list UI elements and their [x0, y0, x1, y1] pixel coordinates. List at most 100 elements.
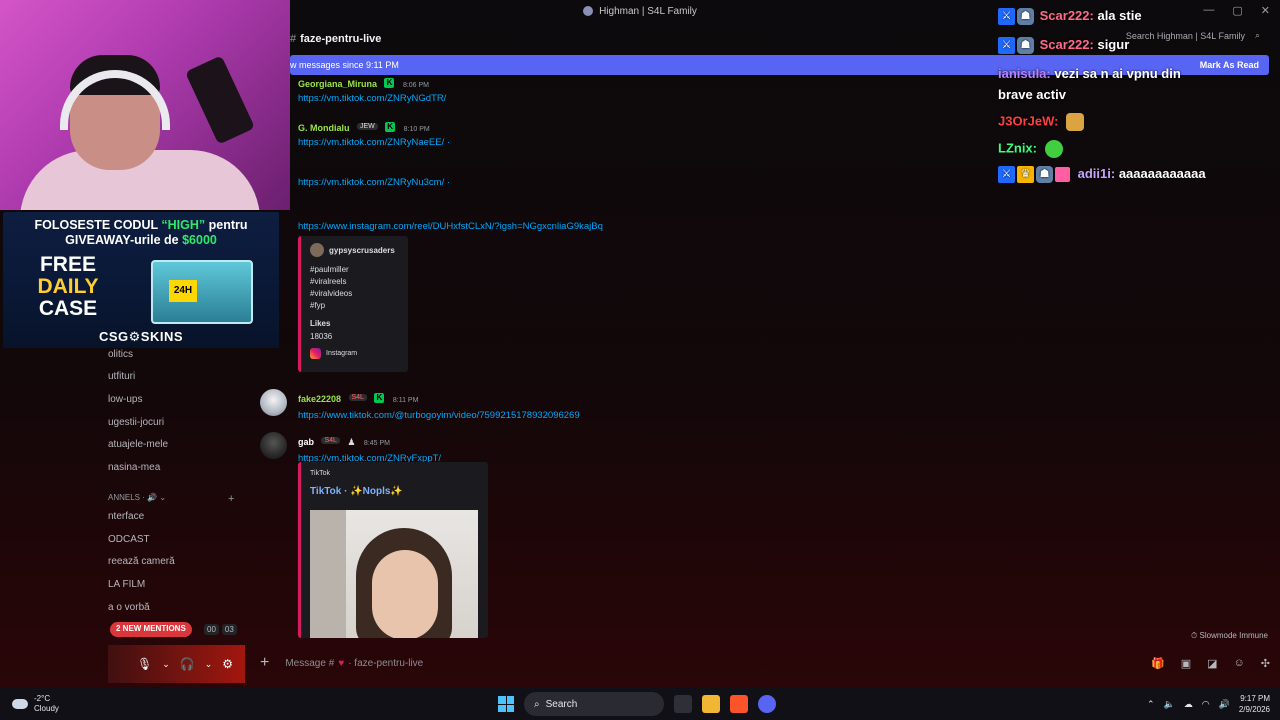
message-author[interactable]: fake22208 — [298, 394, 341, 404]
gif-icon[interactable]: ▣ — [1181, 657, 1191, 670]
likes-label: Likes — [310, 319, 331, 328]
file-explorer-icon[interactable] — [702, 695, 720, 713]
channel-item[interactable]: olitics — [108, 349, 133, 360]
channel-item[interactable]: nasina-mea — [108, 462, 160, 473]
wifi-icon[interactable]: ◠ — [1202, 699, 1210, 710]
windows-taskbar: -2°C Cloudy ⌕ Search ⌃ 🔈 ☁ ◠ 🔊 9:17 PM 2… — [0, 688, 1280, 720]
instagram-icon — [310, 348, 321, 359]
message-author[interactable]: G. Mondialu — [298, 123, 350, 133]
speaker-icon[interactable]: 🔈 — [1164, 699, 1175, 710]
emote-icon — [1044, 140, 1063, 158]
add-attachment-icon[interactable]: + — [260, 654, 269, 672]
voice-channel[interactable]: ODCAST — [108, 534, 150, 545]
message-link[interactable]: https://vm.tiktok.com/ZNRyNaeEE/ · — [298, 137, 450, 148]
add-channel-icon[interactable]: + — [228, 493, 234, 505]
crown-badge-icon: ♛ — [1017, 166, 1034, 184]
robot-badge-icon: ☗ — [1017, 37, 1034, 55]
avatar[interactable] — [260, 389, 287, 416]
instagram-embed[interactable]: gypsyscrusaders #paulmiller #viralreels … — [298, 236, 408, 372]
volume-icon[interactable]: 🔊 — [1219, 699, 1230, 710]
voice-category[interactable]: ANNELS · 🔊 ⌄ + — [108, 493, 238, 505]
chevron-up-icon[interactable]: ⌃ — [1147, 699, 1155, 710]
message-link[interactable]: https://vm.tiktok.com/ZNRyNu3cm/ · — [298, 177, 450, 188]
sword-badge-icon: ⚔ — [998, 37, 1015, 55]
search-placeholder: Search Highman | S4L Family — [1125, 30, 1245, 41]
embed-author[interactable]: gypsyscrusaders — [329, 246, 395, 255]
chevron-down-icon[interactable]: ⌄ — [205, 659, 213, 670]
chat-message-continuation: brave activ — [998, 87, 1066, 102]
chevron-down-icon[interactable]: ⌄ — [162, 659, 170, 670]
message-continuation: https://www.instagram.com/reel/DUHxfstCL… — [298, 221, 603, 232]
channel-item[interactable]: ugestii-jocuri — [108, 417, 164, 428]
microphone-icon[interactable]: 🎙 — [137, 657, 152, 671]
gear-icon[interactable]: ⚙ — [222, 657, 233, 671]
chat-message: ⚔ ☗ Scar222: sigur — [998, 37, 1129, 55]
server-tag: S4L — [321, 437, 340, 445]
message-continuation: https://vm.tiktok.com/ZNRyNu3cm/ · — [298, 177, 450, 188]
user-panel: 🎙 ⌄ 🎧 ⌄ ⚙ — [108, 645, 245, 683]
role-badge-icon: K — [384, 77, 395, 88]
gift-icon[interactable]: 🎁 — [1151, 657, 1165, 670]
chat-message: ianisula: vezi sa n ai vpnu din — [998, 66, 1181, 81]
onedrive-icon[interactable]: ☁ — [1184, 699, 1193, 710]
chat-message: ⚔ ☗ Scar222: ala stie — [998, 8, 1142, 26]
channel-item[interactable]: utfituri — [108, 371, 135, 382]
channel-item[interactable]: low-ups — [108, 394, 142, 405]
crate-image: 24H — [151, 260, 253, 324]
taskbar-clock[interactable]: 9:17 PM 2/9/2026 — [1239, 693, 1270, 715]
windows-start-icon[interactable] — [498, 696, 514, 712]
avatar[interactable] — [260, 432, 287, 459]
message-author[interactable]: gab — [298, 437, 314, 447]
message-time: 8:10 PM — [403, 126, 430, 133]
embed-tag: #fyp — [310, 301, 326, 310]
sponsor-banner: FOLOSESTE CODUL “HIGH” pentru GIVEAWAY-u… — [3, 212, 279, 348]
heart-icon: ♥ — [338, 657, 345, 669]
channel-name: faze-pentru-live — [300, 33, 382, 45]
mark-as-read-button[interactable]: Mark As Read — [1200, 60, 1259, 70]
embed-tag: #viralvideos — [310, 289, 353, 298]
embed-tag: #viralreels — [310, 277, 347, 286]
message-time: 8:06 PM — [402, 82, 430, 89]
discord-icon[interactable] — [758, 695, 776, 713]
message-composer[interactable]: + Message # ♥ · faze-pentru-live 🎁 ▣ ◪ ☺… — [260, 648, 1270, 678]
channel-item[interactable]: atuajele-mele — [108, 439, 168, 450]
new-mentions-pill[interactable]: 2 NEW MENTIONS — [110, 622, 192, 637]
embed-title[interactable]: TikTok · ✨Nopls✨ — [310, 486, 403, 497]
brave-browser-icon[interactable] — [730, 695, 748, 713]
search-input[interactable]: Search Highman | S4L Family ⌕ — [1126, 30, 1260, 41]
message-author[interactable]: Georgiana_Miruna — [298, 79, 377, 89]
ad-free-daily-case: FREE DAILY CASE — [37, 253, 99, 320]
slowmode-indicator: ⏱ Slowmode Immune — [1191, 631, 1268, 640]
window-title: Highman | S4L Family — [599, 5, 697, 17]
voice-channel[interactable]: nterface — [108, 511, 144, 522]
task-view-icon[interactable] — [674, 695, 692, 713]
search-icon: ⌕ — [534, 698, 540, 710]
ad-brand-logo: CSG⚙SKINS — [98, 329, 184, 344]
emote-icon — [1066, 113, 1085, 131]
voice-counter: 00 03 — [204, 624, 237, 635]
server-tag: JEW — [356, 123, 378, 131]
voice-channel[interactable]: LA FILM — [108, 579, 145, 590]
message-link[interactable]: https://www.tiktok.com/@turbogoyim/video… — [298, 410, 580, 421]
ad-line-2: GIVEAWAY-urile de $6000 — [65, 233, 217, 247]
role-icon: ♟ — [347, 437, 356, 447]
video-thumbnail[interactable] — [310, 510, 478, 638]
avatar — [310, 243, 324, 257]
gift-badge-icon — [1055, 167, 1070, 183]
message: gab S4L ♟ 8:45 PM https://vm.tiktok.com/… — [298, 432, 441, 464]
headphones-icon[interactable]: 🎧 — [180, 657, 195, 671]
voice-channel[interactable]: reează cameră — [108, 556, 175, 567]
message-link[interactable]: https://www.instagram.com/reel/DUHxfstCL… — [298, 221, 603, 232]
taskbar-search[interactable]: ⌕ Search — [524, 692, 664, 716]
sticker-icon[interactable]: ◪ — [1207, 657, 1217, 670]
minimize-button[interactable]: — — [1203, 4, 1214, 17]
close-button[interactable]: ✕ — [1261, 4, 1270, 17]
weather-widget[interactable]: -2°C Cloudy — [12, 694, 59, 714]
voice-channel[interactable]: a o vorbă — [108, 602, 150, 613]
message-link[interactable]: https://vm.tiktok.com/ZNRyNGdTR/ — [298, 93, 446, 104]
maximize-button[interactable]: ▢ — [1232, 4, 1242, 17]
composer-channel: · faze-pentru-live — [348, 657, 424, 669]
tiktok-embed[interactable]: TikTok TikTok · ✨Nopls✨ — [298, 462, 488, 638]
emoji-icon[interactable]: ☺ — [1234, 657, 1245, 670]
apps-icon[interactable]: ✣ — [1261, 657, 1270, 670]
